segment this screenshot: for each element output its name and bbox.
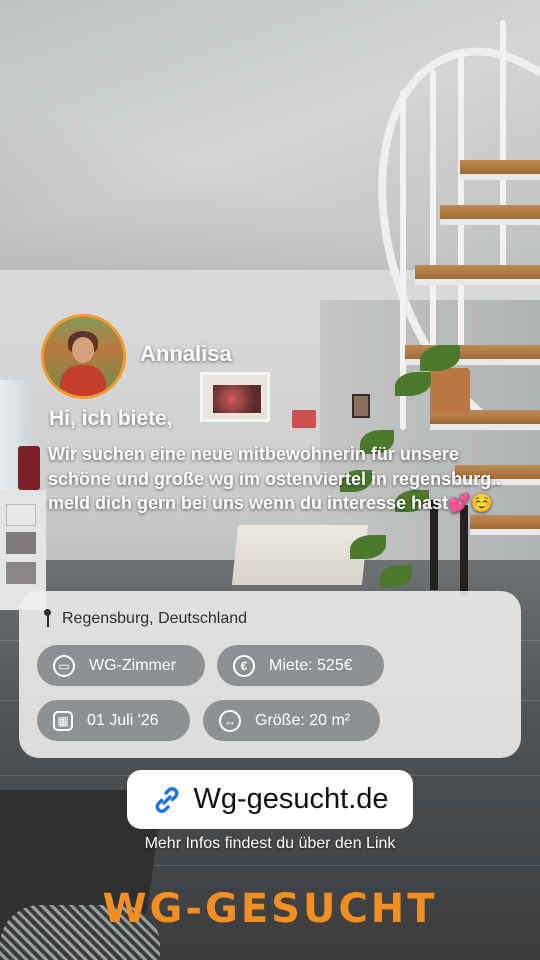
chip-date: ▦ 01 Juli '26 — [37, 700, 190, 741]
avatar[interactable] — [41, 314, 126, 399]
chip-size: ↔ Größe: 20 m² — [203, 700, 380, 741]
location-label: Regensburg, Deutschland — [62, 610, 248, 627]
website-link-button[interactable]: Wg-gesucht.de — [127, 770, 413, 829]
bed-icon: ▭ — [53, 654, 75, 677]
profile-name[interactable]: Annalisa — [140, 341, 232, 367]
chip-label: Miete: 525€ — [269, 656, 353, 674]
calendar-icon: ▦ — [53, 710, 73, 731]
chip-label: 01 Juli '26 — [87, 711, 159, 729]
chip-label: WG-Zimmer — [89, 656, 177, 674]
chip-rent: € Miete: 525€ — [217, 645, 384, 686]
location-pin-icon — [42, 609, 52, 629]
website-link-label: Wg-gesucht.de — [193, 783, 389, 815]
brand-logo: WG-GESUCHT — [102, 886, 438, 932]
link-icon — [156, 786, 179, 813]
chip-label: Größe: 20 m² — [255, 711, 351, 729]
link-caption: Mehr Infos findest du über den Link — [144, 835, 396, 852]
euro-icon: € — [233, 654, 255, 677]
post-greeting: Hi, ich biete, — [49, 407, 173, 430]
chip-room-type: ▭ WG-Zimmer — [37, 645, 205, 686]
post-description: Wir suchen eine neue mitbewohnerin für u… — [48, 444, 502, 513]
location-row: Regensburg, Deutschland — [42, 609, 247, 629]
size-icon: ↔ — [219, 709, 241, 732]
